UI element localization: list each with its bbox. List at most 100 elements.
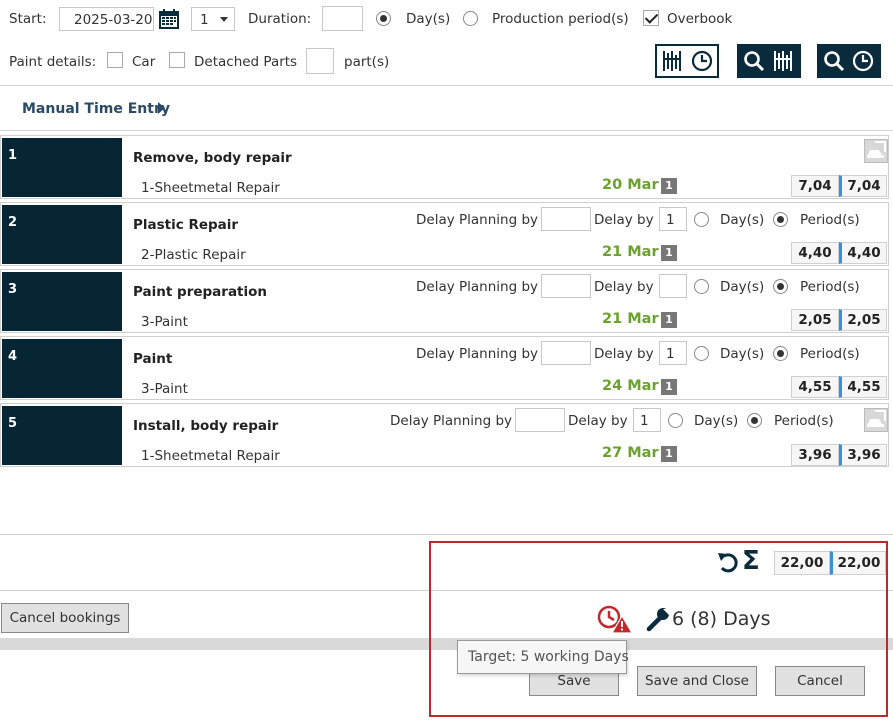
planned-hours: 2,05: [791, 309, 839, 331]
operation-row-5: 5 Install, body repair 1-Sheetmetal Repa…: [0, 403, 889, 467]
delay-planning-label: Delay Planning by: [416, 346, 539, 362]
delay-periods-radio[interactable]: [773, 346, 788, 361]
delay-by-input[interactable]: [659, 274, 687, 298]
delay-periods-label: Period(s): [800, 279, 860, 295]
clock-icon: [852, 50, 874, 72]
count-select-value: 1: [200, 12, 209, 28]
operation-department: 2-Plastic Repair: [141, 247, 246, 263]
delay-by-label: Delay by: [568, 413, 628, 429]
operation-number: 5: [8, 416, 18, 431]
undo-icon[interactable]: [716, 549, 740, 575]
target-tooltip: Target: 5 working Days: [457, 640, 629, 674]
manual-time-entry-link[interactable]: Manual Time Entry: [22, 101, 170, 117]
delay-days-radio[interactable]: [694, 346, 709, 361]
booked-hours: 7,04: [839, 175, 887, 197]
delay-periods-label: Period(s): [774, 413, 834, 429]
delay-planning-label: Delay Planning by: [416, 212, 539, 228]
total-planned-hours: 22,00: [774, 551, 830, 575]
operation-row-4: 4 Paint 3-Paint Delay Planning by Delay …: [0, 336, 889, 400]
planned-hours: 4,40: [791, 242, 839, 264]
start-date-input[interactable]: 2025-03-20: [59, 7, 154, 31]
overbook-label: Overbook: [667, 11, 733, 27]
operation-title: Paint: [133, 351, 173, 367]
operation-color-block: 4: [2, 339, 122, 398]
car-workshop-icon[interactable]: [864, 408, 888, 432]
clock-icon: [691, 50, 713, 72]
overbook-checkbox[interactable]: [643, 10, 659, 26]
cancel-button[interactable]: Cancel: [775, 666, 865, 696]
planned-hours: 3,96: [791, 444, 839, 466]
booked-hours: 4,40: [839, 242, 887, 264]
duration-input[interactable]: [322, 6, 363, 31]
start-label: Start:: [9, 11, 47, 27]
operation-date: 20 Mar: [602, 177, 659, 193]
days-radio[interactable]: [376, 11, 391, 26]
delay-days-label: Day(s): [720, 346, 765, 362]
delay-by-label: Delay by: [594, 212, 654, 228]
delay-days-label: Day(s): [720, 279, 765, 295]
operation-title: Paint preparation: [133, 284, 268, 300]
operation-number: 4: [8, 349, 18, 364]
delay-planning-label: Delay Planning by: [390, 413, 513, 429]
chevron-right-icon[interactable]: [158, 102, 165, 114]
delay-planning-input[interactable]: [541, 341, 591, 365]
delay-days-radio[interactable]: [668, 413, 683, 428]
delay-by-label: Delay by: [594, 279, 654, 295]
booked-hours: 2,05: [839, 309, 887, 331]
detached-parts-label: Detached Parts: [194, 54, 298, 70]
delay-days-radio[interactable]: [694, 279, 709, 294]
production-period-radio[interactable]: [463, 11, 478, 26]
total-booked-hours: 22,00: [830, 551, 886, 575]
detached-parts-checkbox[interactable]: [169, 52, 185, 68]
calendar-icon[interactable]: [158, 8, 180, 30]
operation-date: 21 Mar: [602, 244, 659, 260]
delay-planning-input[interactable]: [541, 207, 591, 231]
operation-title: Install, body repair: [133, 418, 279, 434]
delay-planning-input[interactable]: [515, 408, 565, 432]
sum-icon[interactable]: Σ: [742, 547, 760, 575]
delay-by-input[interactable]: 1: [633, 408, 661, 432]
booked-hours: 3,96: [839, 444, 887, 466]
cancel-bookings-button[interactable]: Cancel bookings: [1, 603, 129, 633]
save-and-close-button[interactable]: Save and Close: [637, 666, 757, 696]
count-select[interactable]: 1: [191, 7, 235, 31]
duration-label: Duration:: [248, 11, 312, 27]
delay-periods-radio[interactable]: [747, 413, 762, 428]
period-badge: 1: [661, 446, 677, 462]
period-badge: 1: [661, 178, 677, 194]
period-badge: 1: [661, 379, 677, 395]
car-checkbox[interactable]: [107, 52, 123, 68]
planning-board-clock-button[interactable]: [655, 44, 719, 78]
operation-color-block: 1: [2, 138, 122, 197]
chevron-down-icon: [220, 17, 228, 22]
paint-details-label: Paint details:: [9, 54, 97, 70]
days-label: Day(s): [406, 11, 451, 27]
operation-date: 27 Mar: [602, 445, 659, 461]
car-workshop-icon[interactable]: [864, 139, 888, 163]
search-planning-board-button[interactable]: [737, 44, 801, 78]
delay-by-label: Delay by: [594, 346, 654, 362]
operation-number: 1: [8, 148, 18, 163]
operation-title: Plastic Repair: [133, 217, 239, 233]
search-clock-button[interactable]: [817, 44, 881, 78]
operation-department: 3-Paint: [141, 314, 188, 330]
delay-days-radio[interactable]: [694, 212, 709, 227]
operation-department: 3-Paint: [141, 381, 188, 397]
delay-days-label: Day(s): [694, 413, 739, 429]
parts-count-input[interactable]: [306, 48, 334, 74]
delay-periods-radio[interactable]: [773, 279, 788, 294]
planned-hours: 4,55: [791, 376, 839, 398]
delay-by-input[interactable]: 1: [659, 207, 687, 231]
delay-periods-radio[interactable]: [773, 212, 788, 227]
operation-color-block: 2: [2, 205, 122, 264]
production-period-label: Production period(s): [492, 11, 629, 27]
divider-bar: [0, 638, 893, 650]
delay-by-input[interactable]: 1: [659, 341, 687, 365]
delay-by-value: 1: [666, 346, 675, 362]
search-icon: [824, 51, 845, 72]
delay-by-value: 1: [640, 413, 649, 429]
delay-periods-label: Period(s): [800, 346, 860, 362]
period-badge: 1: [661, 245, 677, 261]
delay-planning-input[interactable]: [541, 274, 591, 298]
operation-date: 21 Mar: [602, 311, 659, 327]
